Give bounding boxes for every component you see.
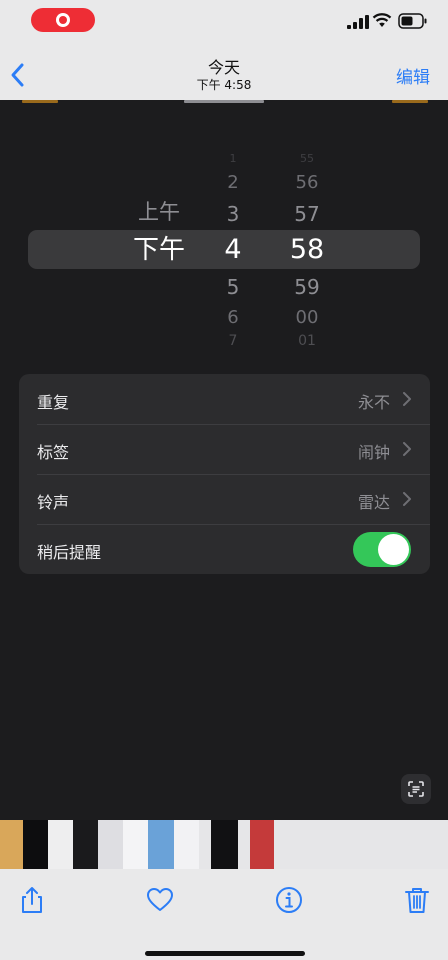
picker-hour-option[interactable]: 2 xyxy=(227,174,238,192)
thumbnail[interactable] xyxy=(73,820,98,869)
chevron-right-icon xyxy=(403,442,411,456)
toggle-knob xyxy=(378,534,409,565)
repeat-row[interactable]: 重复 永不 xyxy=(19,374,430,424)
thumbnail-current[interactable] xyxy=(211,820,238,869)
picker-minute-selected[interactable]: 58 xyxy=(290,236,324,263)
cropped-title-fragment xyxy=(184,100,264,103)
wifi-icon xyxy=(372,13,392,27)
thumbnail[interactable] xyxy=(23,820,48,869)
picker-hour-option[interactable]: 6 xyxy=(227,309,238,327)
sound-row[interactable]: 铃声 雷达 xyxy=(19,474,430,524)
cropped-header-strip xyxy=(0,100,448,105)
text-scan-icon xyxy=(408,781,424,797)
home-indicator[interactable] xyxy=(145,951,305,956)
thumbnail[interactable] xyxy=(0,820,23,869)
alarm-settings-group: 重复 永不 标签 闹钟 铃声 雷达 稍后提醒 xyxy=(19,374,430,574)
label-label: 标签 xyxy=(37,443,70,462)
record-icon xyxy=(56,13,70,27)
cropped-save-fragment xyxy=(392,100,428,103)
chevron-right-icon xyxy=(403,392,411,406)
picker-hour-option[interactable]: 3 xyxy=(227,204,240,224)
picker-minute-option[interactable]: 55 xyxy=(300,153,314,164)
live-text-button[interactable] xyxy=(401,774,431,804)
picker-minute-option[interactable]: 56 xyxy=(296,174,319,192)
thumbnail[interactable] xyxy=(148,820,174,869)
trash-icon[interactable] xyxy=(402,885,432,915)
picker-hour-option[interactable]: 7 xyxy=(229,334,238,348)
thumbnail[interactable] xyxy=(123,820,148,869)
repeat-label: 重复 xyxy=(37,393,70,412)
screen-recording-indicator[interactable] xyxy=(31,8,95,32)
picker-minute-option[interactable]: 01 xyxy=(298,334,316,348)
sound-value: 雷达 xyxy=(357,493,390,512)
thumbnail[interactable] xyxy=(250,820,274,869)
heart-icon[interactable] xyxy=(145,885,175,915)
page-subtitle: 下午 4:58 xyxy=(196,78,252,92)
picker-minute-option[interactable]: 59 xyxy=(294,277,319,297)
snooze-label: 稍后提醒 xyxy=(37,543,102,562)
thumbnail[interactable] xyxy=(98,820,123,869)
signal-icon xyxy=(347,15,369,29)
label-row[interactable]: 标签 闹钟 xyxy=(19,424,430,474)
picker-hour-option[interactable]: 1 xyxy=(230,153,237,164)
picker-minute-option[interactable]: 00 xyxy=(296,309,319,327)
chevron-right-icon xyxy=(403,492,411,506)
page-title: 今天 xyxy=(207,58,240,77)
picker-hour-selected[interactable]: 4 xyxy=(224,236,241,263)
photo-content: 上午 下午 1 2 3 4 5 6 7 55 56 57 58 59 00 01… xyxy=(0,100,448,820)
thumbnail[interactable] xyxy=(174,820,199,869)
label-value: 闹钟 xyxy=(357,443,390,462)
picker-hour-option[interactable]: 5 xyxy=(227,277,240,297)
cropped-cancel-fragment xyxy=(22,100,58,103)
thumbnail[interactable] xyxy=(48,820,73,869)
picker-minute-option[interactable]: 57 xyxy=(294,204,319,224)
share-icon[interactable] xyxy=(17,885,47,915)
time-picker[interactable]: 上午 下午 1 2 3 4 5 6 7 55 56 57 58 59 00 01 xyxy=(0,140,448,350)
battery-icon xyxy=(398,13,427,29)
bottom-toolbar xyxy=(0,869,448,960)
edit-button[interactable]: 编辑 xyxy=(396,63,430,88)
picker-ampm-selected[interactable]: 下午 xyxy=(133,237,185,263)
info-icon[interactable] xyxy=(274,885,304,915)
thumbnail-strip[interactable] xyxy=(0,820,448,869)
snooze-toggle[interactable] xyxy=(353,532,411,567)
repeat-value: 永不 xyxy=(357,393,390,412)
picker-ampm-above[interactable]: 上午 xyxy=(138,202,180,223)
status-bar xyxy=(0,0,448,44)
navigation-bar: 今天 下午 4:58 编辑 xyxy=(0,44,448,100)
snooze-row: 稍后提醒 xyxy=(19,524,430,574)
sound-label: 铃声 xyxy=(37,493,70,512)
